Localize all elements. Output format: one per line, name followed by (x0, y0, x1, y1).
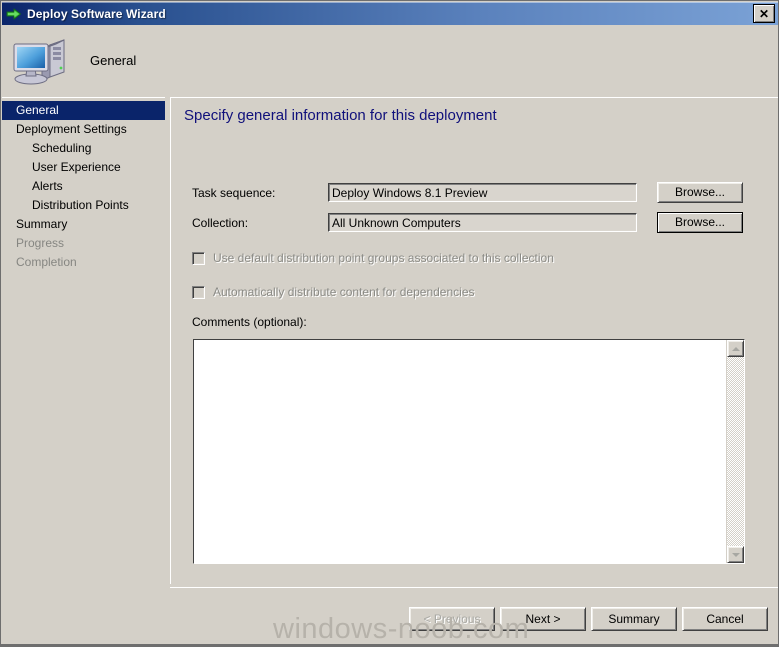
use-default-dp-groups-label: Use default distribution point groups as… (213, 251, 554, 265)
auto-distribute-content-label: Automatically distribute content for dep… (213, 285, 475, 299)
sidebar-item-general[interactable]: General (2, 101, 165, 120)
header-title: General (90, 53, 137, 68)
auto-distribute-content-row[interactable]: Automatically distribute content for dep… (192, 285, 475, 299)
wizard-header: General (2, 25, 778, 96)
use-default-dp-groups-checkbox (192, 251, 205, 265)
comments-field-wrapper (193, 339, 745, 564)
sidebar-item-scheduling[interactable]: Scheduling (2, 139, 165, 158)
next-button[interactable]: Next > (500, 607, 586, 631)
sidebar-item-summary[interactable]: Summary (2, 215, 165, 234)
wizard-content-pane: Specify general information for this dep… (170, 97, 778, 584)
auto-distribute-content-checkbox (192, 285, 205, 299)
titlebar-highlight (2, 2, 778, 3)
previous-button: < Previous (409, 607, 495, 631)
sidebar-item-alerts[interactable]: Alerts (2, 177, 165, 196)
deploy-software-wizard-window: Deploy Software Wizard ✕ General General… (0, 0, 779, 647)
collection-row: Collection: (192, 212, 637, 233)
sidebar-item-deployment-settings[interactable]: Deployment Settings (2, 120, 165, 139)
sidebar-item-distribution-points[interactable]: Distribution Points (2, 196, 165, 215)
task-sequence-row: Task sequence: (192, 182, 637, 203)
window-title: Deploy Software Wizard (27, 6, 166, 21)
sidebar-item-user-experience[interactable]: User Experience (2, 158, 165, 177)
wizard-button-bar: < Previous Next > Summary Cancel (170, 587, 778, 646)
summary-button[interactable]: Summary (591, 607, 677, 631)
use-default-dp-groups-row[interactable]: Use default distribution point groups as… (192, 251, 554, 265)
wizard-step-navigation: General Deployment Settings Scheduling U… (2, 97, 165, 646)
scroll-down-icon[interactable] (727, 546, 744, 563)
window-bottom-edge (1, 644, 778, 646)
computer-icon (12, 35, 70, 87)
page-title: Specify general information for this dep… (184, 107, 497, 124)
scroll-up-icon[interactable] (727, 340, 744, 357)
collection-label: Collection: (192, 215, 249, 230)
title-bar: Deploy Software Wizard ✕ (2, 2, 778, 25)
collection-input[interactable] (328, 213, 637, 232)
task-sequence-label: Task sequence: (192, 185, 276, 200)
browse-collection-button[interactable]: Browse... (657, 212, 743, 233)
green-right-arrow-icon (6, 6, 22, 22)
comments-input[interactable] (194, 340, 726, 563)
comments-label: Comments (optional): (192, 315, 307, 329)
browse-task-sequence-button[interactable]: Browse... (657, 182, 743, 203)
task-sequence-input[interactable] (328, 183, 637, 202)
comments-scrollbar[interactable] (726, 340, 744, 563)
cancel-button[interactable]: Cancel (682, 607, 768, 631)
sidebar-item-completion: Completion (16, 255, 77, 269)
close-icon[interactable]: ✕ (753, 4, 775, 23)
sidebar-item-progress: Progress (16, 236, 65, 250)
